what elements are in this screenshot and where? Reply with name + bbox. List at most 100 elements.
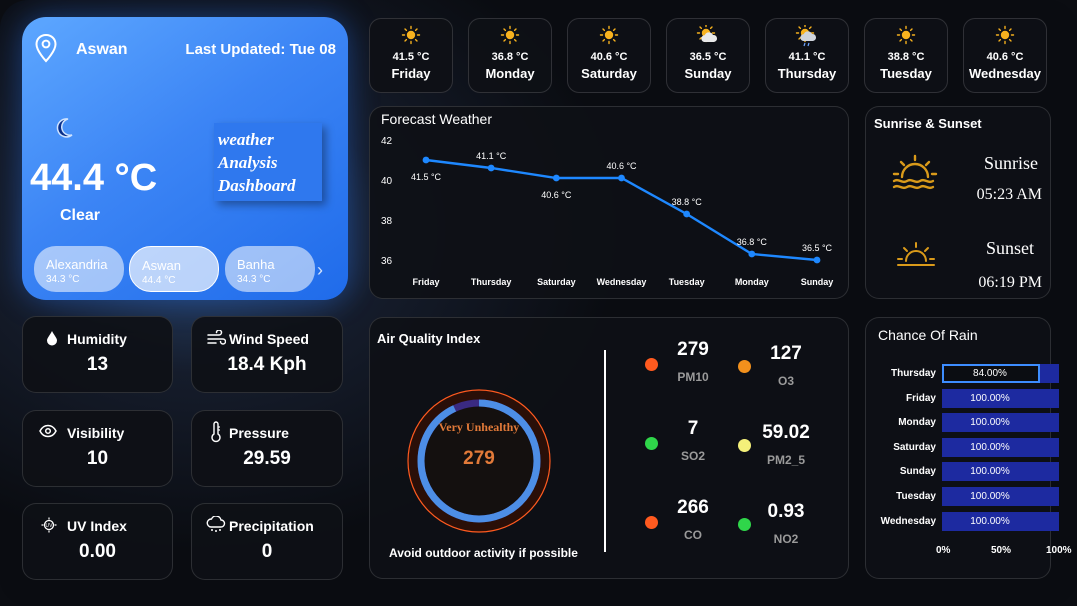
- day-card-friday[interactable]: 41.5 °C Friday: [369, 18, 453, 93]
- pressure-label: Pressure: [229, 425, 289, 441]
- city-chip-name: Aswan: [142, 258, 182, 273]
- visibility-label: Visibility: [67, 425, 125, 441]
- visibility-card: Visibility 10: [22, 410, 173, 487]
- data-label: 36.8 °C: [737, 237, 768, 247]
- pollutant-name: NO2: [773, 532, 799, 546]
- data-point: [618, 174, 625, 182]
- day-card-saturday[interactable]: 40.6 °C Saturday: [567, 18, 651, 93]
- day-name: Thursday: [777, 66, 837, 81]
- rain-axis-tick: 0%: [936, 545, 951, 556]
- day-name: Sunday: [684, 66, 732, 81]
- sunrise-sunset-panel: Sunrise & Sunset Sunrise 05:23 AM Sunset…: [865, 106, 1051, 299]
- aqi-title: Air Quality Index: [377, 331, 481, 346]
- last-updated: Last Updated: Tue 08: [185, 41, 336, 58]
- pressure-value: 29.59: [243, 448, 291, 469]
- y-tick-label: 38: [381, 216, 393, 227]
- rain-day-label: Sunday: [899, 466, 936, 478]
- pollutant-dot: [738, 360, 751, 373]
- sun-icon: [370, 25, 452, 45]
- rain-bar-value: 100.00%: [970, 466, 1010, 478]
- sunrise-label: Sunrise: [984, 153, 1038, 173]
- forecast-line-chart: 42 40 38 36 41.5 °C Friday 41.1 °C Thursday 40.6…: [381, 136, 833, 287]
- day-temp: 36.8 °C: [491, 51, 529, 63]
- pollutant-name: SO2: [680, 449, 705, 463]
- pollutant-dot: [738, 439, 751, 452]
- sunset-icon: [896, 239, 936, 276]
- day-name: Monday: [485, 66, 535, 81]
- rain-axis-tick: 50%: [991, 545, 1012, 556]
- rain-bar-value: 100.00%: [970, 392, 1010, 404]
- day-card-thursday[interactable]: 41.1 °C Thursday: [765, 18, 849, 93]
- rain-day-label: Tuesday: [896, 491, 936, 502]
- city-chip-temp: 44.4 °C: [142, 275, 176, 286]
- sun-icon: [469, 25, 551, 45]
- uv-index-label: UV Index: [67, 518, 127, 534]
- aqi-value: 279: [463, 448, 495, 469]
- city-chip-temp: 34.3 °C: [46, 274, 80, 285]
- pollutant-value: 7: [687, 418, 699, 439]
- data-point: [422, 156, 430, 164]
- city-chip-aswan[interactable]: Aswan 44.4 °C: [129, 246, 219, 292]
- day-temp: 38.8 °C: [887, 51, 925, 63]
- data-label: 41.1 °C: [476, 151, 507, 161]
- svg-text:UV: UV: [46, 523, 54, 529]
- chevron-right-icon[interactable]: ›: [317, 260, 323, 281]
- rain-axis-tick: 100%: [1046, 545, 1072, 556]
- x-tick-label: Thursday: [471, 277, 512, 287]
- rain-day-label: Friday: [905, 392, 936, 404]
- y-tick-label: 40: [381, 176, 393, 187]
- rain-bar-value: 100.00%: [970, 515, 1010, 527]
- title-line: Dashboard: [218, 176, 296, 195]
- aqi-advice: Avoid outdoor activity if possible: [389, 546, 578, 560]
- chance-of-rain-panel: Chance Of Rain Thursday 84.00% Friday 100.0…: [865, 317, 1072, 579]
- dashboard-frame: Aswan Last Updated: Tue 08 44.4 °C Clear…: [0, 0, 1077, 606]
- pollutant-value: 127: [770, 343, 802, 364]
- city-chip-name: Alexandria: [46, 257, 108, 272]
- day-name: Saturday: [581, 66, 637, 81]
- y-tick-label: 36: [381, 256, 393, 267]
- x-tick-label: Tuesday: [669, 277, 705, 287]
- wind-icon: [206, 329, 227, 351]
- x-tick-label: Saturday: [537, 277, 576, 287]
- x-tick-label: Friday: [412, 277, 439, 287]
- cloud-rain-icon: [206, 515, 226, 539]
- pollutant-name: PM2_5: [766, 453, 806, 467]
- data-point: [683, 210, 691, 218]
- city-chip-banha[interactable]: Banha 34.3 °C: [225, 246, 315, 292]
- day-card-tuesday[interactable]: 38.8 °C Tuesday: [864, 18, 948, 93]
- sun-title: Sunrise & Sunset: [874, 116, 982, 131]
- current-temperature: 44.4 °C: [30, 157, 158, 199]
- x-tick-label: Monday: [735, 277, 769, 287]
- pressure-card: Pressure 29.59: [191, 410, 343, 487]
- day-temp: 41.1 °C: [788, 51, 826, 63]
- day-temp: 40.6 °C: [590, 51, 628, 63]
- uv-index-card: UV UV Index 0.00: [22, 503, 173, 580]
- data-point: [552, 174, 560, 182]
- city-chip-alexandria[interactable]: Alexandria 34.3 °C: [34, 246, 124, 292]
- day-card-sunday[interactable]: 36.5 °C Sunday: [666, 18, 750, 93]
- title-line: Analysis: [218, 153, 278, 172]
- uv-index-value: 0.00: [79, 541, 116, 562]
- humidity-label: Humidity: [67, 331, 127, 347]
- day-temp: 40.6 °C: [986, 51, 1024, 63]
- city-name: Aswan: [76, 41, 128, 58]
- rain-day-label: Saturday: [893, 441, 936, 453]
- data-label: 40.6 °C: [541, 190, 572, 200]
- wind-speed-value: 18.4 Kph: [227, 354, 307, 375]
- precipitation-card: Precipitation 0: [191, 503, 343, 580]
- city-chip-name: Banha: [237, 257, 275, 272]
- y-tick-label: 42: [381, 136, 393, 147]
- data-label: 38.8 °C: [672, 197, 703, 207]
- pollutant-name: CO: [684, 528, 702, 542]
- city-chip-temp: 34.3 °C: [237, 274, 271, 285]
- uv-icon: UV: [41, 517, 57, 538]
- sun-icon: [865, 25, 947, 45]
- day-card-monday[interactable]: 36.8 °C Monday: [468, 18, 552, 93]
- rain-bar-value: 100.00%: [970, 441, 1010, 453]
- sun-cloud-rain-icon: [766, 23, 848, 47]
- day-card-wednesday[interactable]: 40.6 °C Wednesday: [963, 18, 1047, 93]
- data-label: 36.5 °C: [802, 243, 833, 253]
- humidity-value: 13: [86, 354, 109, 375]
- droplet-icon: [45, 330, 59, 351]
- moon-icon: [54, 117, 74, 144]
